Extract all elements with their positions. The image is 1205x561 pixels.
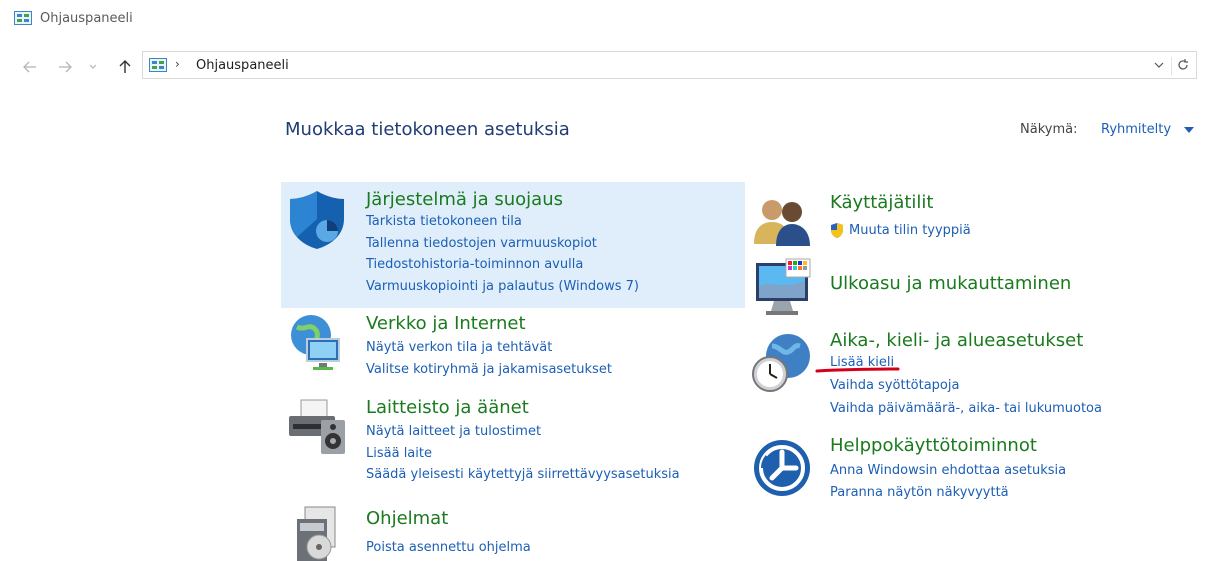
arrow-left-icon (23, 61, 36, 73)
link-check-computer-status[interactable]: Tarkista tietokoneen tila (366, 211, 639, 233)
network-globe-icon (291, 315, 340, 370)
category-title-clock[interactable]: Aika-, kieli- ja alueasetukset (830, 330, 1083, 351)
link-add-device[interactable]: Lisää laite (366, 443, 680, 465)
links-ease: Anna Windowsin ehdottaa asetuksia Parann… (830, 460, 1066, 503)
chevron-down-icon[interactable] (1152, 58, 1166, 72)
ease-of-access-icon (754, 440, 810, 496)
category-title-network[interactable]: Verkko ja Internet (366, 313, 526, 334)
category-title-ease[interactable]: Helppokäyttötoiminnot (830, 435, 1037, 456)
links-users: Muuta tilin tyyppiä (829, 222, 971, 239)
window-title: Ohjauspaneeli (40, 11, 133, 26)
chevron-down-icon (89, 64, 97, 69)
control-panel-icon (149, 58, 167, 72)
link-change-account-type[interactable]: Muuta tilin tyyppiä (829, 222, 971, 239)
recent-locations-button[interactable] (86, 56, 100, 78)
arrow-right-icon (59, 61, 72, 73)
view-label: Näkymä: (1020, 122, 1078, 137)
breadcrumb-separator-icon[interactable]: › (175, 57, 180, 71)
uac-shield-icon (831, 223, 843, 238)
title-bar: Ohjauspaneeli (0, 0, 1205, 36)
links-clock: Lisää kieli Vaihda syöttötapoja Vaihda p… (830, 352, 1102, 420)
link-windows-suggest-settings[interactable]: Anna Windowsin ehdottaa asetuksia (830, 460, 1066, 482)
arrow-up-icon (119, 60, 131, 73)
divider (1171, 57, 1172, 75)
control-panel-icon (14, 11, 32, 25)
view-mode-dropdown[interactable]: Ryhmitelty (1101, 122, 1171, 137)
link-backup-restore[interactable]: Varmuuskopiointi ja palautus (Windows 7) (366, 274, 639, 300)
link-homegroup-sharing[interactable]: Valitse kotiryhmä ja jakamisasetukset (366, 359, 612, 381)
refresh-icon[interactable] (1176, 58, 1190, 72)
globe-clock-icon (752, 334, 810, 392)
link-save-backup-copies[interactable]: Tallenna tiedostojen varmuuskopiot (366, 233, 639, 255)
category-title-users[interactable]: Käyttäjätilit (830, 192, 933, 213)
address-bar[interactable]: › Ohjauspaneeli (142, 51, 1197, 79)
breadcrumb-control-panel[interactable]: Ohjauspaneeli (196, 58, 289, 73)
category-title-system[interactable]: Järjestelmä ja suojaus (366, 189, 563, 210)
links-system: Tarkista tietokoneen tila Tallenna tiedo… (366, 211, 639, 300)
link-change-account-type-label: Muuta tilin tyyppiä (849, 223, 971, 238)
link-file-history[interactable]: Tiedostohistoria-toiminnon avulla (366, 255, 639, 274)
links-network: Näytä verkon tila ja tehtävät Valitse ko… (366, 337, 612, 380)
up-button[interactable] (114, 56, 136, 78)
shield-icon (290, 191, 344, 249)
category-title-hardware[interactable]: Laitteisto ja äänet (366, 397, 529, 418)
category-title-programs[interactable]: Ohjelmat (366, 508, 448, 529)
caret-down-icon[interactable] (1184, 127, 1194, 134)
red-underline-annotation (815, 367, 900, 373)
link-change-input-methods[interactable]: Vaihda syöttötapoja (830, 374, 1102, 398)
link-uninstall-program[interactable]: Poista asennettu ohjelma (366, 537, 531, 559)
printer-speaker-icon (289, 399, 345, 454)
programs-icon (297, 506, 336, 561)
forward-button[interactable] (54, 56, 76, 78)
back-button[interactable] (19, 56, 41, 78)
links-programs: Poista asennettu ohjelma (366, 537, 531, 559)
monitor-personalize-icon (756, 258, 811, 315)
link-mobility-settings[interactable]: Säädä yleisesti käytettyjä siirrettävyys… (366, 464, 680, 486)
link-change-date-time-format[interactable]: Vaihda päivämäärä-, aika- tai lukumuotoa (830, 398, 1102, 420)
category-title-appearance[interactable]: Ulkoasu ja mukauttaminen (830, 273, 1071, 294)
link-optimize-visual-display[interactable]: Paranna näytön näkyvyyttä (830, 482, 1066, 504)
links-hardware: Näytä laitteet ja tulostimet Lisää laite… (366, 421, 680, 486)
link-devices-printers[interactable]: Näytä laitteet ja tulostimet (366, 421, 680, 443)
link-network-status[interactable]: Näytä verkon tila ja tehtävät (366, 337, 612, 359)
navigation-bar: › Ohjauspaneeli (0, 50, 1205, 84)
users-icon (754, 200, 810, 246)
page-title: Muokkaa tietokoneen asetuksia (285, 119, 570, 140)
